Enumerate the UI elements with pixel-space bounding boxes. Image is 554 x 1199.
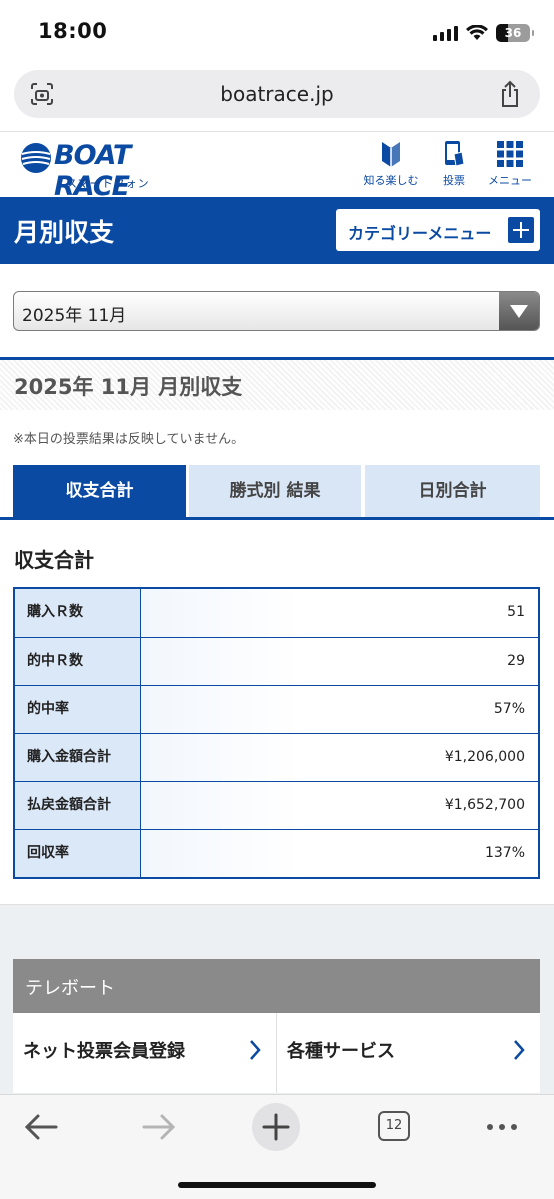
tabs-button[interactable]: 12 [370, 1107, 418, 1147]
dropdown-arrow-icon[interactable] [499, 292, 539, 330]
teleboat-header: テレボート [13, 959, 540, 1013]
tab-by-bet-type[interactable]: 勝式別 結果 [189, 465, 361, 517]
row-label: 購入金額合計 [15, 734, 141, 781]
nav-menu-label: メニュー [488, 174, 532, 187]
nav-know-label: 知る楽しむ [363, 174, 419, 187]
cellular-signal-icon [433, 25, 458, 41]
logo-subtitle: スマートフォン [66, 177, 150, 190]
link-net-vote-registration[interactable]: ネット投票会員登録 [13, 1013, 277, 1093]
nav-vote-label: 投票 [443, 174, 465, 187]
footer-link-row: ネット投票会員登録 各種サービス [13, 1013, 540, 1093]
row-label: 回収率 [15, 830, 141, 877]
battery-level: 36 [504, 26, 522, 40]
link-services[interactable]: 各種サービス [277, 1013, 540, 1093]
table-row: 回収率 137% [15, 829, 538, 877]
row-value: 29 [141, 638, 538, 685]
tab-summary[interactable]: 収支合計 [13, 465, 186, 517]
nav-know-enjoy[interactable]: 知る楽しむ [360, 140, 422, 188]
url-text[interactable]: boatrace.jp [14, 82, 540, 106]
month-select-value: 2025年 11月 [22, 306, 127, 326]
chevron-right-icon [514, 1040, 525, 1060]
row-value: 137% [141, 830, 538, 877]
result-tabs: 収支合計 勝式別 結果 日別合計 [0, 465, 554, 520]
grid-menu-icon [497, 141, 523, 167]
table-row: 的中率 57% [15, 685, 538, 733]
beginner-mark-icon [382, 142, 400, 167]
plus-icon [508, 217, 534, 243]
logo-wave-icon [21, 143, 51, 173]
row-label: 払戻金額合計 [15, 782, 141, 829]
more-options-icon[interactable] [478, 1107, 526, 1147]
link-label: ネット投票会員登録 [23, 1041, 185, 1062]
status-icons: 36 [433, 22, 534, 44]
wifi-icon [466, 25, 488, 40]
title-bar: 月別収支 カテゴリーメニュー [0, 197, 554, 264]
smartphone-vote-icon [445, 141, 465, 167]
row-value: 51 [141, 589, 538, 637]
summary-table: 購入Ｒ数 51 的中Ｒ数 29 的中率 57% 購入金額合計 ¥1,206,00… [13, 587, 540, 879]
home-indicator [178, 1182, 376, 1188]
forward-arrow-icon[interactable] [134, 1107, 182, 1147]
row-value: ¥1,652,700 [141, 782, 538, 829]
month-select[interactable]: 2025年 11月 [13, 291, 540, 331]
row-value: 57% [141, 686, 538, 733]
plus-icon [262, 1113, 290, 1141]
share-icon[interactable] [498, 80, 522, 108]
address-bar[interactable]: boatrace.jp [14, 70, 540, 118]
table-row: 的中Ｒ数 29 [15, 637, 538, 685]
table-row: 払戻金額合計 ¥1,652,700 [15, 781, 538, 829]
table-row: 購入Ｒ数 51 [15, 589, 538, 637]
back-arrow-icon[interactable] [18, 1107, 66, 1147]
nav-menu[interactable]: メニュー [484, 140, 536, 188]
row-label: 的中率 [15, 686, 141, 733]
section-heading: 2025年 11月 月別収支 [0, 357, 554, 410]
battery-icon: 36 [496, 24, 534, 42]
new-tab-button[interactable] [252, 1103, 300, 1151]
logo-text: BOAT RACE [54, 140, 131, 202]
section-heading-text: 2025年 11月 月別収支 [14, 375, 243, 399]
boatrace-logo[interactable]: BOAT RACE スマートフォン [18, 140, 198, 202]
tab-daily-total[interactable]: 日別合計 [365, 465, 540, 517]
nav-vote[interactable]: 投票 [436, 140, 472, 188]
summary-heading: 収支合計 [14, 548, 94, 572]
chevron-right-icon [250, 1040, 261, 1060]
category-menu-button[interactable]: カテゴリーメニュー [336, 209, 540, 251]
status-bar: 18:00 36 [0, 0, 554, 66]
result-note: ※本日の投票結果は反映していません。 [13, 432, 245, 447]
category-menu-label: カテゴリーメニュー [348, 224, 492, 243]
status-time: 18:00 [38, 19, 108, 43]
site-header: BOAT RACE スマートフォン 知る楽しむ 投票 メニュー [0, 131, 554, 202]
row-label: 的中Ｒ数 [15, 638, 141, 685]
link-label: 各種サービス [287, 1041, 395, 1062]
row-value: ¥1,206,000 [141, 734, 538, 781]
table-row: 購入金額合計 ¥1,206,000 [15, 733, 538, 781]
tab-count: 12 [378, 1111, 410, 1141]
page-title: 月別収支 [14, 218, 115, 247]
teleboat-label: テレボート [25, 978, 115, 999]
row-label: 購入Ｒ数 [15, 589, 141, 637]
